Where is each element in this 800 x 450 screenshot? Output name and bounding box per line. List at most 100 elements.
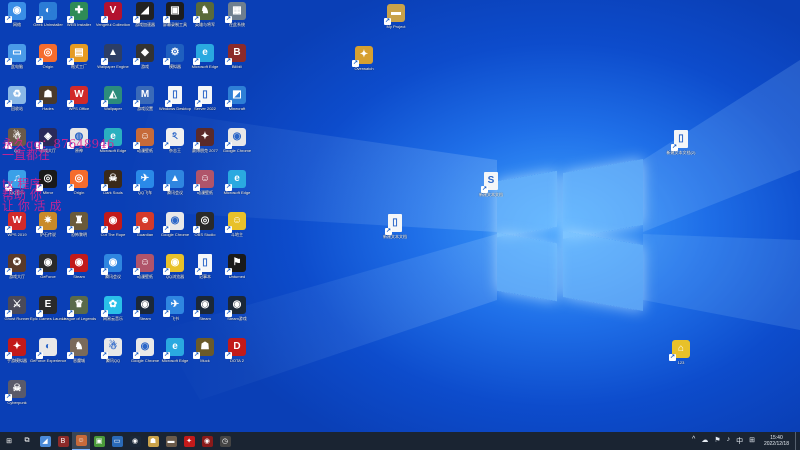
- desktop-shortcut[interactable]: ◉ ↗ Steam: [130, 296, 160, 321]
- desktop-shortcut[interactable]: ♛ ↗ League of Legends: [62, 296, 96, 321]
- desktop-shortcut[interactable]: ◉ ↗ Cut The Rope: [98, 212, 128, 237]
- desktop-shortcut[interactable]: ✈ ↗ QQ飞车: [130, 170, 160, 195]
- desktop-shortcut[interactable]: V ↗ Vengeful Collection: [96, 2, 130, 27]
- desktop-shortcut[interactable]: ◉ ↗ Google Chrome: [160, 212, 190, 237]
- desktop-shortcut[interactable]: ▯ ↗ 新建文本文档(2): [666, 130, 696, 155]
- desktop-shortcut[interactable]: ▲ ↗ 腾讯会议: [160, 170, 190, 195]
- desktop-shortcut[interactable]: ☺ ↗ 动漫壁纸: [130, 128, 160, 153]
- desktop-shortcut[interactable]: ♻ ↗ 回收站: [2, 86, 32, 111]
- desktop-shortcut[interactable]: ◉ ↗ 网络: [2, 2, 32, 27]
- desktop-shortcut[interactable]: S ↗ 新建文本文档: [476, 172, 506, 197]
- desktop-shortcut[interactable]: ✿ ↗ 网易云音乐: [98, 296, 128, 321]
- desktop-shortcut[interactable]: D ↗ DOTA 2: [222, 338, 252, 363]
- desktop-shortcut[interactable]: ♞ ↗ 英雄与将军: [190, 2, 220, 27]
- taskbar-button[interactable]: ▣: [90, 432, 108, 450]
- desktop-shortcut[interactable]: ⌂ ↗ 123: [666, 340, 696, 365]
- desktop-shortcut[interactable]: ◢ ↗ 游戏加速器: [130, 2, 160, 27]
- icon-glyph: ⚑: [232, 257, 242, 268]
- bilibili-icon: B ↗: [225, 44, 246, 65]
- taskbar-button[interactable]: ◉: [198, 432, 216, 450]
- taskbar-button[interactable]: ⊞: [0, 432, 18, 450]
- desktop-shortcut[interactable]: ☗ ↗ Muck: [190, 338, 220, 363]
- desktop-shortcut[interactable]: ◉ ↗ 腾讯会议: [98, 254, 128, 279]
- show-desktop-button[interactable]: [795, 432, 800, 450]
- desktop-shortcut[interactable]: ✈ ↗ 飞书: [160, 296, 190, 321]
- desktop-shortcut[interactable]: ☻ ↗ Guardian: [130, 212, 160, 237]
- taskbar-button[interactable]: ◢: [36, 432, 54, 450]
- desktop-shortcut[interactable]: ◉ ↗ Steam: [64, 254, 94, 279]
- tray-icon[interactable]: ☁: [701, 436, 708, 446]
- desktop-shortcut[interactable]: M ↗ 游戏设置: [130, 86, 160, 111]
- desktop-shortcut[interactable]: ✦ ↗ Overwatch: [349, 46, 379, 71]
- tray-icon[interactable]: ♪: [727, 436, 731, 446]
- desktop-shortcut[interactable]: ☃ ↗ 腾讯QQ: [98, 338, 128, 363]
- desktop-shortcut[interactable]: ✦ ↗ 赛博朋克 2077: [190, 128, 220, 153]
- desktop-shortcut[interactable]: ◭ ↗ Wallpaper: [98, 86, 128, 111]
- desktop-shortcut[interactable]: e ↗ Microsoft Edge: [160, 338, 190, 363]
- network-icon: ◉ ↗: [5, 2, 26, 23]
- steam-icon: ◉ ↗: [225, 296, 246, 317]
- desktop-shortcut[interactable]: ⚔ ↗ Ghost Runner: [2, 296, 32, 321]
- desktop-shortcut[interactable]: ◩ ↗ Minecraft: [222, 86, 252, 111]
- desktop-shortcut[interactable]: ◉ ↗ Steam: [190, 296, 220, 321]
- desktop-shortcut[interactable]: ♜ ↗ 恐怖黎明: [64, 212, 94, 237]
- desktop-shortcut[interactable]: ☠ ↗ Cyberpunk: [2, 380, 32, 405]
- desktop-shortcut[interactable]: W ↗ WPS 2019: [2, 212, 32, 237]
- desktop-shortcut[interactable]: ▣ ↗ 屏幕录制工具: [160, 2, 190, 27]
- desktop-shortcut[interactable]: ▯ ↗ Windows Desktop: [159, 86, 191, 111]
- tray-icon[interactable]: ^: [692, 436, 695, 446]
- desktop-shortcut[interactable]: ▦ ↗ 在此系统: [222, 2, 252, 27]
- desktop-shortcut[interactable]: ◉ ↗ QQ浏览器: [160, 254, 190, 279]
- desktop-shortcut[interactable]: ✚ ↗ WEB Installer: [64, 2, 94, 27]
- desktop-shortcut[interactable]: e ↗ Microsoft Edge: [222, 170, 252, 195]
- desktop-shortcut[interactable]: E ↗ Epic Games Launcher: [30, 296, 66, 321]
- desktop-shortcut[interactable]: ▲ ↗ Wallpaper Engine: [97, 44, 129, 69]
- tray-icon[interactable]: ⊞: [749, 436, 755, 446]
- icon-glyph: ◢: [141, 5, 149, 16]
- desktop-shortcut[interactable]: ◐ ↗ GeForce Experience: [30, 338, 66, 363]
- desktop-shortcut[interactable]: ◉ ↗ GeForce: [33, 254, 63, 279]
- wallpaper-icon: ◭ ↗: [101, 86, 122, 107]
- desktop-shortcut[interactable]: ▬ ↗ My Project: [381, 4, 411, 29]
- taskbar-button[interactable]: ☗: [144, 432, 162, 450]
- taskbar-button[interactable]: B: [54, 432, 72, 450]
- desktop-shortcut[interactable]: B ↗ Bilibili: [222, 44, 252, 69]
- taskbar-button[interactable]: ✦: [180, 432, 198, 450]
- desktop-shortcut[interactable]: ✪ ↗ 游戏大厅: [2, 254, 32, 279]
- taskbar-button[interactable]: ⧉: [18, 432, 36, 450]
- desktop-shortcut[interactable]: ◎ ↗ OBS Studio: [190, 212, 220, 237]
- desktop-shortcut[interactable]: ⚑ ↗ Unturned: [222, 254, 252, 279]
- desktop-shortcut[interactable]: ◉ ↗ Google Chrome: [222, 128, 252, 153]
- desktop-shortcut[interactable]: ✦ ↗ 手游模拟器: [2, 338, 32, 363]
- desktop-shortcut[interactable]: ▯ ↗ 新建文本文档: [380, 214, 410, 239]
- taskbar-button[interactable]: ▬: [162, 432, 180, 450]
- taskbar-button[interactable]: ◉: [126, 432, 144, 450]
- desktop-shortcut[interactable]: ◐ ↗ Geek Uninstaller: [33, 2, 63, 27]
- tray-icon[interactable]: 中: [736, 436, 743, 446]
- desktop-shortcut[interactable]: ◆ ↗ 游戏: [130, 44, 160, 69]
- desktop-shortcut[interactable]: ঽ ↗ 杂志王: [160, 128, 190, 153]
- taskbar-button[interactable]: ☺: [72, 432, 90, 450]
- desktop-shortcut[interactable]: ▯ ↗ Server 2022: [190, 86, 220, 111]
- desktop-shortcut[interactable]: ☺ ↗ 动漫壁纸: [190, 170, 220, 195]
- desktop-shortcut[interactable]: ✷ ↗ 炉石传说: [33, 212, 63, 237]
- desktop-shortcut[interactable]: ⚙ ↗ 模拟器: [160, 44, 190, 69]
- taskbar-button[interactable]: ◷: [216, 432, 234, 450]
- desktop-shortcut[interactable]: W ↗ WPS Office: [64, 86, 94, 111]
- desktop-shortcut[interactable]: e ↗ Microsoft Edge: [190, 44, 220, 69]
- taskbar-button[interactable]: ▭: [108, 432, 126, 450]
- desktop-shortcut[interactable]: ▯ ↗ 记事本: [190, 254, 220, 279]
- desktop-shortcut[interactable]: ☺ ↗ 动漫壁纸: [130, 254, 160, 279]
- desktop-shortcut[interactable]: ♞ ↗ 恶魔城: [64, 338, 94, 363]
- tray-icon[interactable]: ⚑: [714, 436, 720, 446]
- chrome-icon: ◉ ↗: [133, 338, 154, 359]
- clock[interactable]: 15:40 2022/12/18: [764, 435, 789, 447]
- desktop-shortcut[interactable]: ◉ ↗ Google Chrome: [130, 338, 160, 363]
- desktop-shortcut[interactable]: ◉ ↗ Steam游戏: [222, 296, 252, 321]
- desktop-shortcut[interactable]: ▤ ↗ 格式工厂: [64, 44, 94, 69]
- desktop-shortcut[interactable]: ▭ ↗ 此电脑: [2, 44, 32, 69]
- shortcut-arrow-icon: ↗: [193, 310, 200, 317]
- desktop-shortcut[interactable]: ☗ ↗ Hades: [33, 86, 63, 111]
- desktop-shortcut[interactable]: ◎ ↗ Origin: [33, 44, 63, 69]
- desktop-shortcut[interactable]: ☺ ↗ 斗地主: [222, 212, 252, 237]
